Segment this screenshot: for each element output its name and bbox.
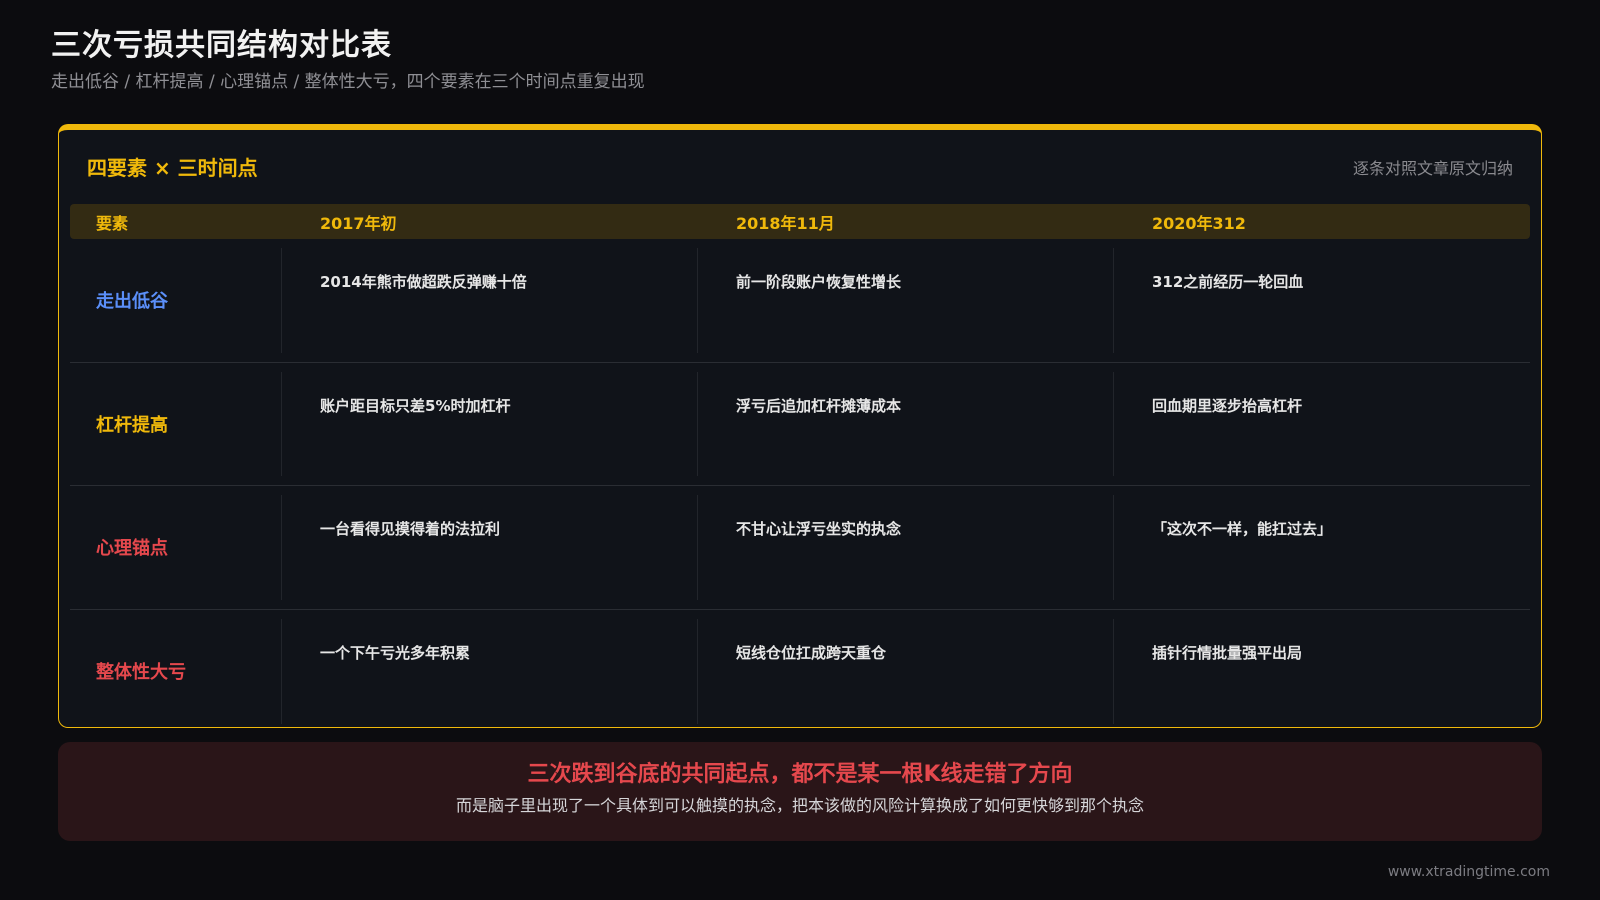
column-header-2017: 2017年初 <box>320 213 397 233</box>
table-cell: 2014年熊市做超跌反弹赚十倍 <box>282 248 698 353</box>
row-label: 整体性大亏 <box>70 618 282 724</box>
table-cell: 回血期里逐步抬高杠杆 <box>1152 396 1303 415</box>
table-row: 心理锚点 一台看得见摸得着的法拉利 不甘心让浮亏坐实的执念 「这次不一样，能扛过… <box>70 486 1530 610</box>
slide: 三次亏损共同结构对比表 走出低谷 / 杠杆提高 / 心理锚点 / 整体性大亏，四… <box>0 0 1600 900</box>
table-cell: 「这次不一样，能扛过去」 <box>1152 520 1333 538</box>
table-cell: 前一阶段账户恢复性增长 <box>698 248 1114 353</box>
card-title: 四要素 × 三时间点 <box>87 156 258 180</box>
table-cell: 插针行情批量强平出局 <box>1152 643 1303 662</box>
table-cell: 浮亏后追加杠杆摊薄成本 <box>698 371 1114 476</box>
comparison-card: 四要素 × 三时间点 逐条对照文章原文归纳 要素 2017年初 2018年11月… <box>58 124 1542 728</box>
header: 三次亏损共同结构对比表 走出低谷 / 杠杆提高 / 心理锚点 / 整体性大亏，四… <box>51 26 645 94</box>
table-cell: 一台看得见摸得着的法拉利 <box>282 495 698 600</box>
table-cell: 不甘心让浮亏坐实的执念 <box>698 495 1114 600</box>
column-header-element: 要素 <box>96 213 129 233</box>
card-note: 逐条对照文章原文归纳 <box>1352 159 1513 178</box>
comparison-table: 要素 2017年初 2018年11月 2020年312 走出低谷 2014年熊市… <box>70 204 1530 733</box>
row-label: 走出低谷 <box>70 248 282 353</box>
table-header: 要素 2017年初 2018年11月 2020年312 <box>70 204 1530 239</box>
page-subtitle: 走出低谷 / 杠杆提高 / 心理锚点 / 整体性大亏，四个要素在三个时间点重复出… <box>51 72 645 92</box>
banner-title: 三次跌到谷底的共同起点，都不是某一根K线走错了方向 <box>527 762 1073 787</box>
column-header-2018: 2018年11月 <box>736 213 835 233</box>
banner-body: 而是脑子里出现了一个具体到可以触摸的执念，把本该做的风险计算换成了如何更快够到那… <box>455 796 1144 815</box>
table-row: 杠杆提高 账户距目标只差5%时加杠杆 浮亏后追加杠杆摊薄成本 回血期里逐步抬高杠… <box>70 363 1530 486</box>
table-cell: 账户距目标只差5%时加杠杆 <box>282 371 698 476</box>
column-header-2020: 2020年312 <box>1152 213 1246 233</box>
row-label: 杠杆提高 <box>70 371 282 476</box>
conclusion-banner: 三次跌到谷底的共同起点，都不是某一根K线走错了方向 而是脑子里出现了一个具体到可… <box>58 742 1542 841</box>
row-label: 心理锚点 <box>70 495 282 600</box>
table-cell: 312之前经历一轮回血 <box>1152 273 1304 291</box>
table-row: 走出低谷 2014年熊市做超跌反弹赚十倍 前一阶段账户恢复性增长 312之前经历… <box>70 239 1530 363</box>
table-row: 整体性大亏 一个下午亏光多年积累 短线仓位扛成跨天重仓 插针行情批量强平出局 <box>70 610 1530 734</box>
table-cell: 一个下午亏光多年积累 <box>282 618 698 724</box>
page-title: 三次亏损共同结构对比表 <box>51 28 392 63</box>
table-cell: 短线仓位扛成跨天重仓 <box>698 618 1114 724</box>
footer-url: www.xtradingtime.com <box>1387 864 1550 880</box>
